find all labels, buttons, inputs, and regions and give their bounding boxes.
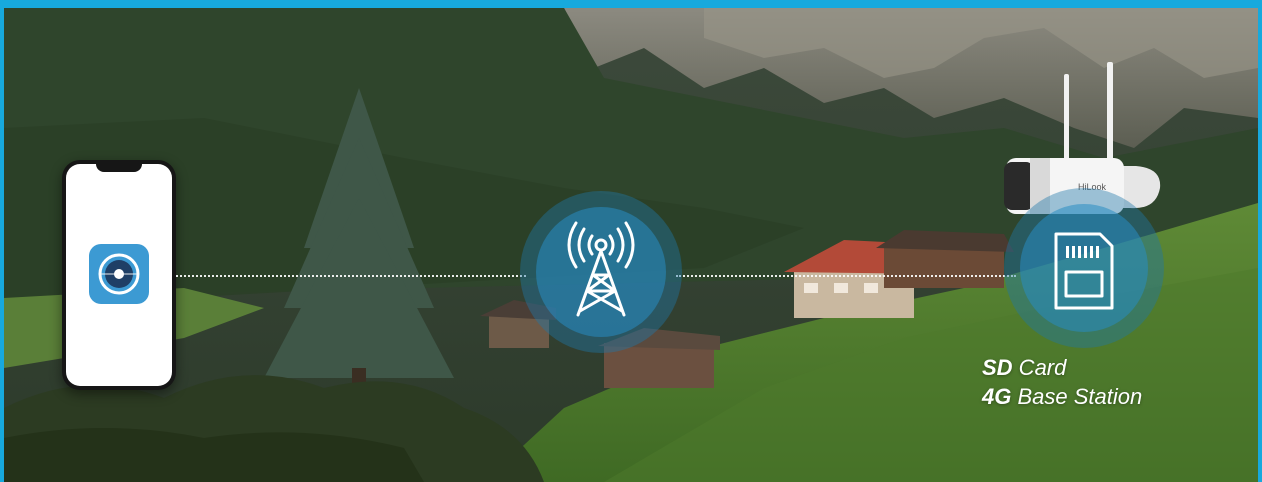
banner-frame: HiLook SD Card 4G Base Station bbox=[0, 0, 1262, 482]
base-station-badge bbox=[520, 191, 682, 353]
caption-sd-card: SD Card bbox=[982, 355, 1067, 380]
sd-card-icon bbox=[1054, 232, 1114, 310]
cell-tower-icon bbox=[567, 221, 635, 317]
caption-4g-base-station: 4G Base Station bbox=[982, 384, 1143, 409]
smartphone-icon bbox=[62, 160, 176, 390]
feature-caption: SD Card 4G Base Station bbox=[982, 353, 1142, 411]
phone-notch bbox=[96, 164, 142, 172]
connection-line-phone-tower bbox=[176, 275, 526, 277]
camera-app-icon bbox=[89, 244, 149, 304]
sd-card-badge bbox=[1004, 188, 1164, 348]
connection-line-tower-camera bbox=[676, 275, 1016, 277]
